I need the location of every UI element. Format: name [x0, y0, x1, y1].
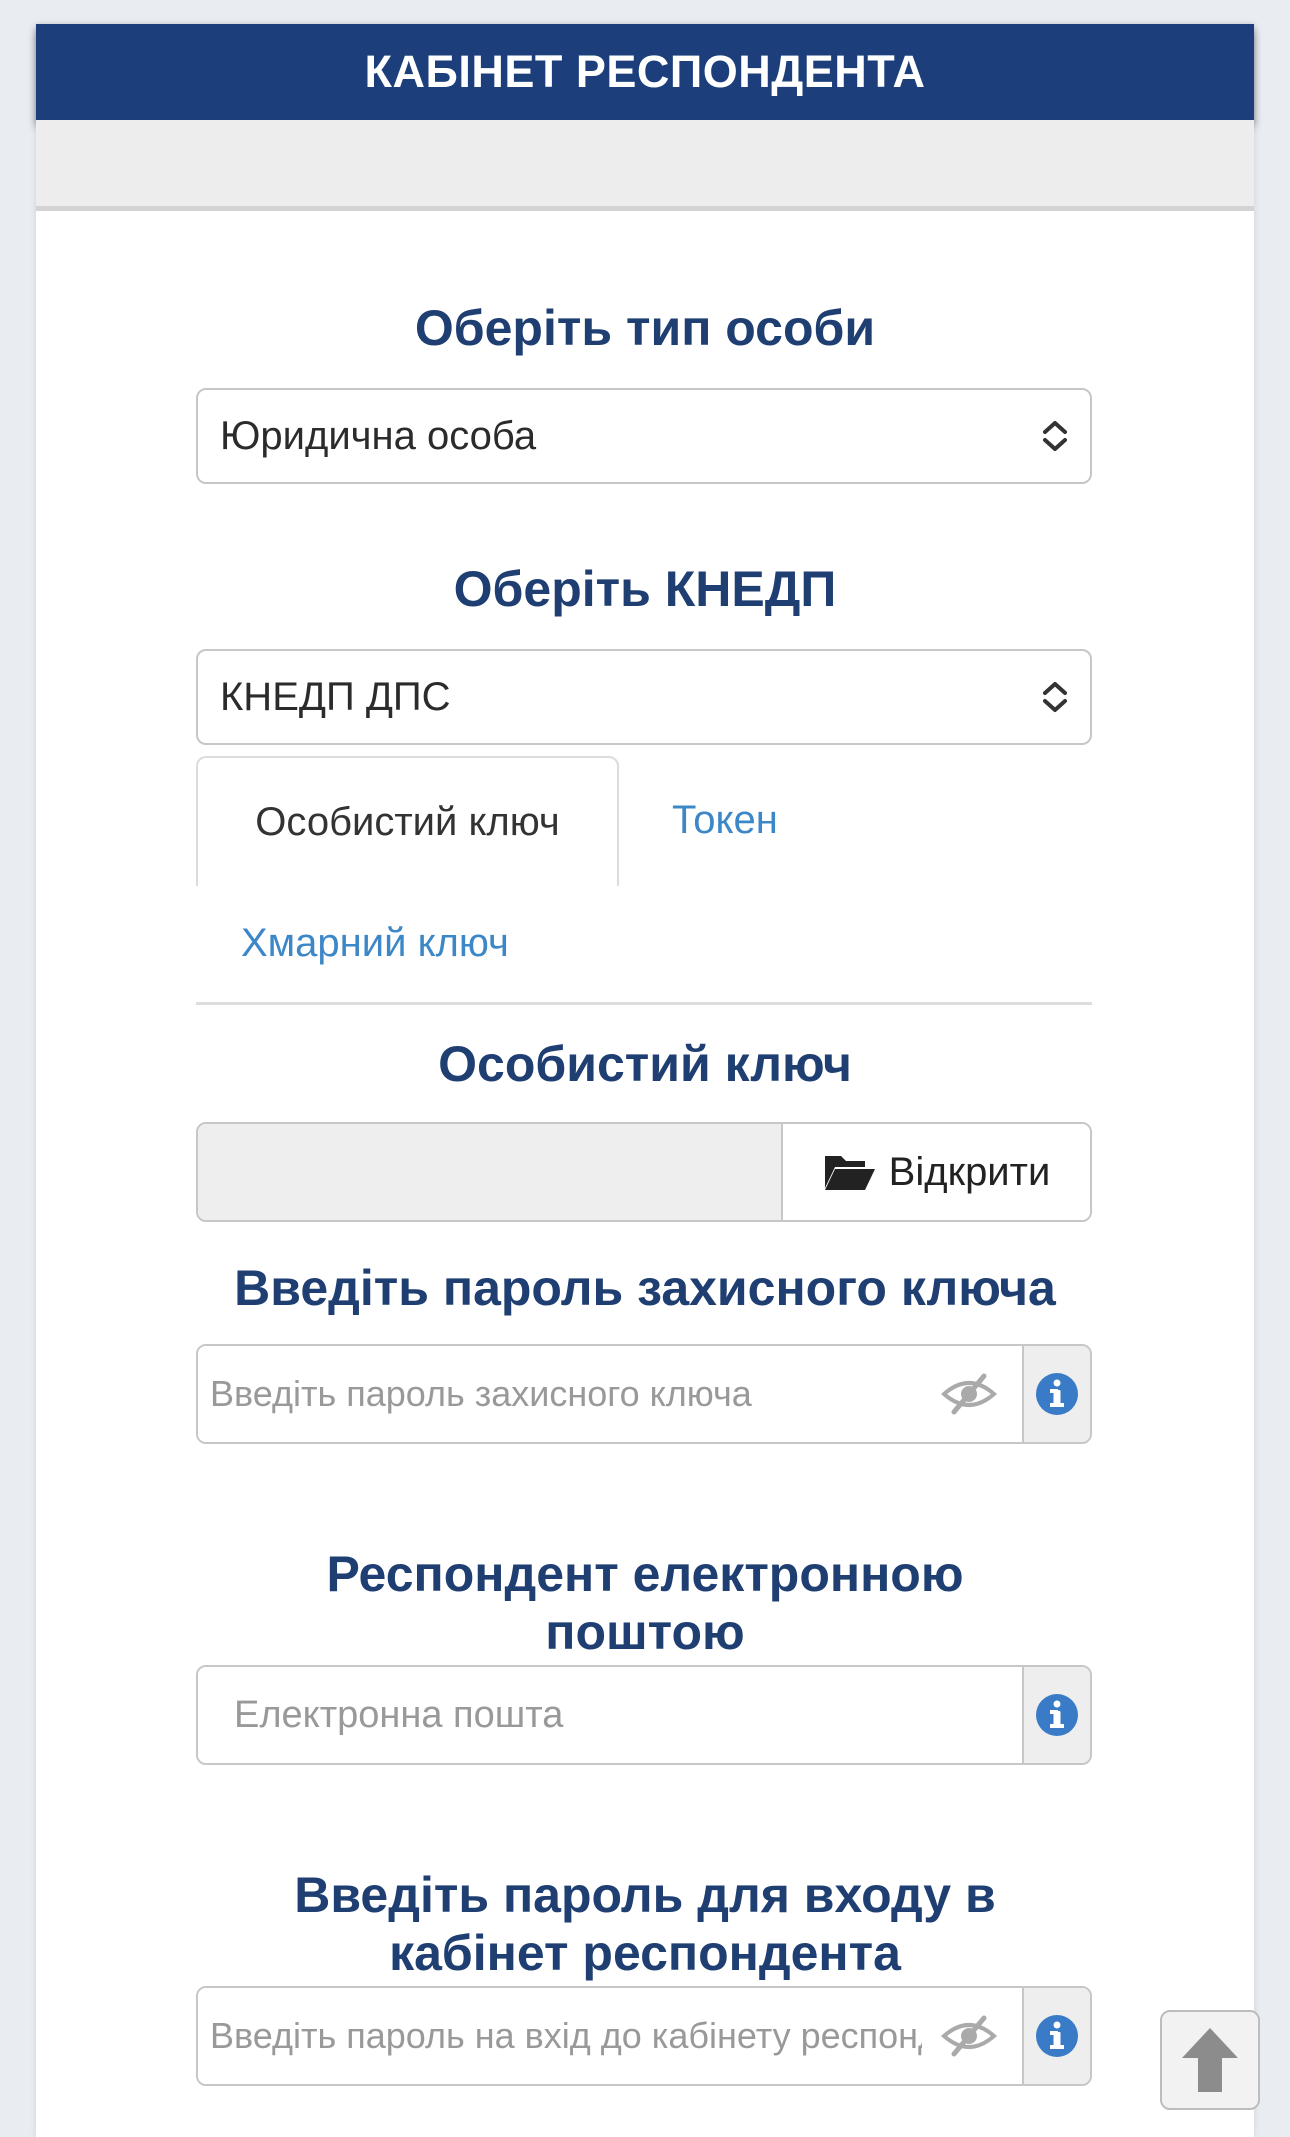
page-container: КАБІНЕТ РЕСПОНДЕНТА Оберіть тип особи Юр…: [36, 24, 1254, 2137]
open-file-button[interactable]: Відкрити: [783, 1124, 1090, 1220]
info-icon: [1036, 1694, 1078, 1736]
info-icon: [1036, 2015, 1078, 2057]
person-type-value: Юридична особа: [220, 413, 537, 458]
email-group: [196, 1665, 1092, 1765]
key-file-path[interactable]: [198, 1124, 783, 1220]
tab-personal-key-label: Особистий ключ: [255, 799, 560, 844]
key-password-info[interactable]: [1022, 1346, 1090, 1442]
header-title: КАБІНЕТ РЕСПОНДЕНТА: [364, 46, 926, 97]
email-title-line2: поштою: [545, 1604, 745, 1660]
cabinet-password-title-line2: кабінет респондента: [389, 1925, 901, 1981]
email-input[interactable]: [198, 1693, 1022, 1737]
page-header: КАБІНЕТ РЕСПОНДЕНТА: [36, 24, 1254, 120]
key-password-group: [196, 1344, 1092, 1444]
cabinet-password-input[interactable]: [198, 2015, 1022, 2057]
cabinet-password-group: [196, 1986, 1092, 2086]
header-subbar: [36, 120, 1254, 211]
updown-chevron-icon: [1043, 421, 1067, 451]
key-file-title: Особистий ключ: [438, 1036, 852, 1092]
scroll-to-top-button[interactable]: [1160, 2010, 1260, 2110]
kep-title: Оберіть КНЕДП: [453, 561, 837, 617]
arrow-up-icon: [1182, 2028, 1238, 2092]
person-type-title: Оберіть тип особи: [414, 300, 876, 356]
info-icon: [1036, 1373, 1078, 1415]
email-info[interactable]: [1022, 1667, 1090, 1763]
cabinet-password-field-wrap: [198, 1988, 1022, 2084]
tab-token[interactable]: Токен: [672, 798, 778, 843]
key-password-field-wrap: [198, 1346, 1022, 1442]
tabs-divider: [196, 1002, 1092, 1005]
email-title-line1: Респондент електронною: [326, 1546, 964, 1602]
key-password-title: Введіть пароль захисного ключа: [234, 1260, 1056, 1316]
key-file-picker: Відкрити: [196, 1122, 1092, 1222]
cabinet-password-title-line1: Введіть пароль для входу в: [294, 1867, 996, 1923]
kep-value: КНЕДП ДПС: [220, 674, 451, 719]
eye-slash-icon[interactable]: [940, 1372, 998, 1416]
cabinet-password-info[interactable]: [1022, 1988, 1090, 2084]
tab-personal-key[interactable]: Особистий ключ: [196, 756, 619, 886]
email-field-wrap: [198, 1667, 1022, 1763]
key-password-input[interactable]: [198, 1373, 1022, 1415]
person-type-select[interactable]: Юридична особа: [196, 388, 1092, 484]
tab-cloud-key[interactable]: Хмарний ключ: [241, 921, 509, 966]
folder-open-icon: [824, 1156, 875, 1190]
kep-select[interactable]: КНЕДП ДПС: [196, 649, 1092, 745]
open-file-label: Відкрити: [888, 1149, 1051, 1194]
updown-chevron-icon: [1043, 682, 1067, 712]
eye-slash-icon[interactable]: [940, 2014, 998, 2058]
